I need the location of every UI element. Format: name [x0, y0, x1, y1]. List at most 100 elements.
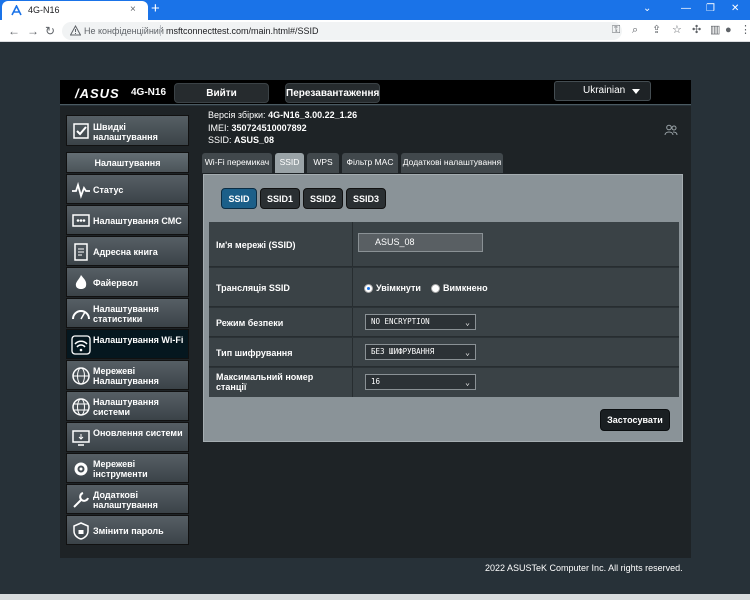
omnibox-separator	[160, 25, 161, 36]
statistics-icon	[72, 310, 90, 320]
language-value: Ukrainian	[583, 85, 626, 96]
imei-label: IMEI:	[208, 122, 230, 133]
sidebar-item-label: Файервол	[93, 278, 139, 288]
reload-icon[interactable]: ↻	[45, 24, 55, 38]
minimize-icon[interactable]: —	[681, 3, 691, 14]
sidebar-item-label: Додаткові налаштування	[93, 490, 158, 510]
restore-icon[interactable]: ❐	[706, 3, 715, 14]
profile-icon[interactable]: ●	[725, 24, 732, 37]
column-separator	[352, 308, 353, 336]
new-tab-button[interactable]: +	[151, 1, 160, 17]
close-window-icon[interactable]: ✕	[731, 3, 739, 14]
sidebar-item-system-settings[interactable]: Налаштування системи	[66, 391, 189, 421]
address-bar-row: ← → ↻ Не конфіденційний msftconnecttest.…	[0, 20, 750, 42]
reboot-button[interactable]: Перезавантаження	[285, 83, 380, 103]
sidebar-icon[interactable]: ▥	[710, 24, 720, 37]
max-stations-value: 16	[371, 377, 381, 386]
settings-section-title: Налаштування	[66, 152, 189, 173]
broadcast-off-radio[interactable]	[431, 284, 440, 293]
sidebar-item-label: Налаштування Wi-Fi	[93, 335, 184, 345]
tab-title: 4G-N16	[28, 5, 60, 15]
puzzle-icon[interactable]: ✣	[692, 24, 701, 37]
column-separator	[352, 368, 353, 397]
url-text[interactable]: msftconnecttest.com/main.html#/SSID	[166, 26, 319, 36]
ssid-button-1[interactable]: SSID1	[260, 188, 300, 209]
wifi-icon	[71, 335, 91, 355]
browser-tab-bar: 4G-N16 × + ⌄ — ❐ ✕	[0, 0, 750, 20]
ssid-label: SSID:	[208, 135, 232, 145]
sidebar-item-status[interactable]: Статус	[66, 174, 189, 204]
sidebar-item-label: Мережеві інструменти	[93, 459, 148, 479]
tab-ssid[interactable]: SSID	[275, 153, 304, 173]
broadcast-off-label[interactable]: Вимкнено	[443, 283, 488, 293]
broadcast-radio-group: Увімкнути Вимкнено	[209, 276, 679, 300]
tab-wps[interactable]: WPS	[307, 153, 339, 173]
change-password-icon	[73, 522, 89, 540]
chevron-down-icon: ⌄	[465, 348, 470, 357]
footer-copyright: 2022 ASUSTeK Computer Inc. All rights re…	[485, 563, 683, 573]
form-row-broadcast: Трансляція SSID Увімкнути Вимкнено	[209, 268, 679, 307]
encryption-select[interactable]: БЕЗ ШИФРУВАННЯ ⌄	[365, 344, 476, 360]
share-icon[interactable]: ⇪	[652, 24, 661, 37]
ssid-button-0[interactable]: SSID	[221, 188, 257, 209]
network-tools-icon	[74, 462, 88, 476]
form-row-encryption: Тип шифрування БЕЗ ШИФРУВАННЯ ⌄	[209, 338, 679, 367]
omnibox[interactable]: Не конфіденційний msftconnecttest.com/ma…	[62, 22, 622, 40]
users-icon[interactable]	[664, 124, 678, 136]
broadcast-on-radio[interactable]	[364, 284, 373, 293]
firewall-icon	[75, 275, 87, 289]
ssid-value: ASUS_08	[234, 135, 275, 145]
system-settings-icon	[72, 398, 90, 416]
ssid-button-3[interactable]: SSID3	[346, 188, 386, 209]
quick-setup-icon	[73, 123, 89, 139]
star-icon[interactable]: ☆	[672, 24, 682, 37]
column-separator	[352, 338, 353, 366]
chevron-down-icon[interactable]: ⌄	[643, 3, 651, 14]
column-separator	[352, 222, 353, 266]
tab-advanced[interactable]: Додаткові налаштування	[401, 153, 503, 173]
tab-mac-filter[interactable]: Фільтр MAC	[342, 153, 398, 173]
zoom-icon[interactable]: ⌕	[632, 24, 638, 37]
key-icon[interactable]: ⚿	[612, 24, 620, 37]
browser-tab[interactable]: 4G-N16 ×	[2, 1, 148, 20]
sidebar-item-label: Оновлення системи	[93, 428, 183, 438]
sidebar-item-sms[interactable]: Налаштування СМС	[66, 205, 189, 235]
logout-button[interactable]: Вийти	[174, 83, 269, 103]
not-secure-icon[interactable]	[70, 25, 81, 36]
security-mode-value: NO ENCRYPTION	[371, 317, 430, 326]
imei-value: 350724510007892	[231, 122, 307, 133]
quick-setup-button[interactable]: Швидкі налаштування	[66, 115, 189, 146]
sidebar-item-wifi[interactable]: Налаштування Wi-Fi	[66, 329, 189, 359]
encryption-value: БЕЗ ШИФРУВАННЯ	[371, 347, 435, 356]
ssid-name-input[interactable]: ASUS_08	[358, 233, 483, 252]
sidebar-item-change-password[interactable]: Змінити пароль	[66, 515, 189, 545]
sidebar-item-system-update[interactable]: Оновлення системи	[66, 422, 189, 452]
apply-button[interactable]: Застосувати	[600, 409, 670, 431]
forward-icon[interactable]: →	[27, 24, 39, 38]
advanced-settings-icon	[73, 492, 89, 508]
sidebar-item-label: Налаштування статистики	[93, 304, 159, 324]
sidebar-item-firewall[interactable]: Файервол	[66, 267, 189, 297]
sidebar-item-label: Мережеві Налаштування	[93, 366, 159, 386]
max-stations-label: Максимальний номер станції	[216, 372, 314, 392]
language-select[interactable]: Ukrainian	[554, 81, 651, 101]
menu-icon[interactable]: ⋮	[740, 24, 750, 37]
tab-close-icon[interactable]: ×	[130, 4, 136, 15]
chevron-down-icon: ⌄	[465, 378, 470, 387]
max-stations-select[interactable]: 16 ⌄	[365, 374, 476, 390]
form-row-max-stations: Максимальний номер станції 16 ⌄	[209, 368, 679, 397]
sms-icon	[72, 214, 90, 227]
sidebar-item-network-settings[interactable]: Мережеві Налаштування	[66, 360, 189, 390]
security-label[interactable]: Не конфіденційний	[84, 26, 164, 36]
asus-logo: /ASUS	[75, 86, 120, 101]
sidebar-item-advanced-settings[interactable]: Додаткові налаштування	[66, 484, 189, 514]
sidebar-item-address-book[interactable]: Адресна книга	[66, 236, 189, 266]
security-mode-select[interactable]: NO ENCRYPTION ⌄	[365, 314, 476, 330]
tab-wifi-switch[interactable]: Wi-Fi перемикач	[202, 153, 272, 173]
version-value: 4G-N16_3.00.22_1.26	[268, 110, 358, 120]
sidebar-item-network-tools[interactable]: Мережеві інструменти	[66, 453, 189, 483]
ssid-button-2[interactable]: SSID2	[303, 188, 343, 209]
back-icon[interactable]: ←	[8, 24, 20, 38]
sidebar-item-statistics[interactable]: Налаштування статистики	[66, 298, 189, 328]
broadcast-on-label[interactable]: Увімкнути	[376, 283, 421, 293]
